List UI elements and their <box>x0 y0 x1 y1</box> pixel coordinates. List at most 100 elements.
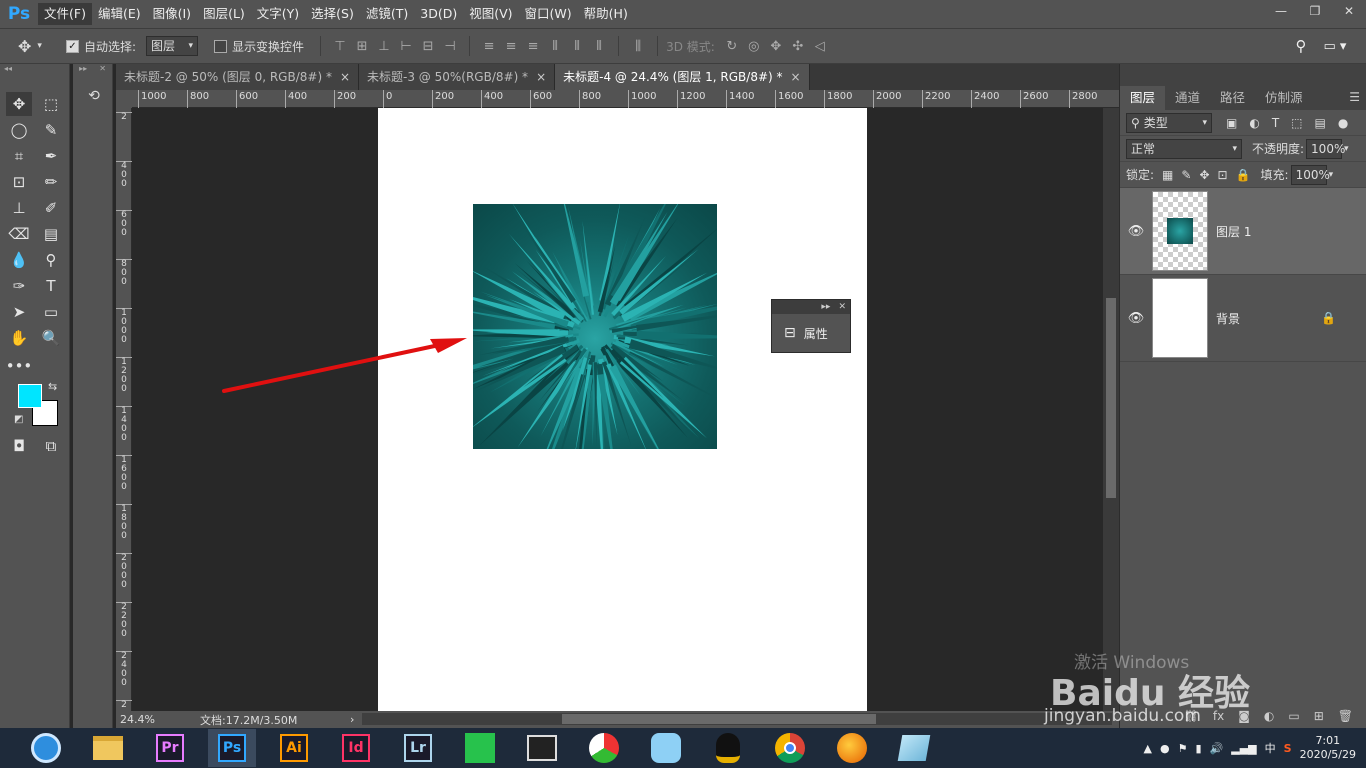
layer-row-layer1[interactable]: 👁 图层 1 <box>1120 188 1366 275</box>
3d-roll-icon[interactable]: ◎ <box>743 36 765 56</box>
lock-artboard-icon[interactable]: ⊡ <box>1218 168 1228 182</box>
ruler-origin[interactable] <box>116 90 132 108</box>
taskbar-indesign[interactable]: Id <box>332 729 380 767</box>
panel-menu-icon[interactable]: ☰ <box>1349 90 1366 110</box>
search-icon[interactable]: ⚲ <box>1290 36 1312 56</box>
foreground-color-swatch[interactable] <box>18 384 42 408</box>
vertical-ruler[interactable]: 2 4 0 0 6 0 0 8 0 0 1 0 0 0 1 2 0 0 1 4 0 0 1 6… <box>116 108 132 711</box>
healing-tool-icon[interactable]: ⊡ <box>6 170 32 194</box>
horizontal-ruler[interactable]: 1000 800 600 400 200 0 200 400 600 800 1000 1200 140… <box>132 90 1119 108</box>
menu-view[interactable]: 视图(V) <box>463 3 518 25</box>
qq-tray-icon[interactable]: ● <box>1160 742 1170 755</box>
align-left-icon[interactable]: ⊢ <box>395 36 417 56</box>
crop-tool-icon[interactable]: ⌗ <box>6 144 32 168</box>
delete-layer-icon[interactable]: 🗑 <box>1338 709 1353 723</box>
quick-mask-icon[interactable]: ◘ <box>6 434 32 458</box>
default-colors-icon[interactable]: ◩ <box>14 414 23 425</box>
collapse-icon[interactable]: ◂◂ <box>0 64 69 74</box>
tab-paths[interactable]: 路径 <box>1210 86 1255 110</box>
menu-window[interactable]: 窗口(W) <box>519 3 578 25</box>
menu-help[interactable]: 帮助(H) <box>578 3 634 25</box>
expand-icon[interactable]: ▸▸ <box>79 64 87 74</box>
flag-icon[interactable]: ⚑ <box>1178 742 1188 755</box>
eye-icon[interactable]: 👁 <box>1120 224 1152 239</box>
brush-tool-icon[interactable]: ✏ <box>38 170 64 194</box>
auto-select-dropdown[interactable]: 图层 ▾ <box>146 36 199 56</box>
3d-pan-icon[interactable]: ✥ <box>765 36 787 56</box>
auto-select-checkbox[interactable]: ✓ <box>66 39 79 53</box>
eye-icon[interactable]: 👁 <box>1120 311 1152 326</box>
close-icon[interactable]: × <box>791 70 801 84</box>
menu-3d[interactable]: 3D(D) <box>414 3 463 25</box>
menu-layer[interactable]: 图层(L) <box>197 3 251 25</box>
history-panel-icon[interactable]: ⟲ <box>81 84 107 108</box>
properties-button[interactable]: ⊟ 属性 <box>772 314 850 352</box>
history-brush-tool-icon[interactable]: ✐ <box>38 196 64 220</box>
shape-tool-icon[interactable]: ▭ <box>38 300 64 324</box>
clock[interactable]: 7:01 2020/5/29 <box>1300 734 1356 762</box>
align-top-icon[interactable]: ⊤ <box>329 36 351 56</box>
taskbar-chrome[interactable] <box>766 729 814 767</box>
opacity-input[interactable]: 100% <box>1306 138 1345 159</box>
close-icon[interactable]: ✕ <box>99 64 106 74</box>
tab-layers[interactable]: 图层 <box>1120 86 1166 110</box>
close-icon[interactable]: × <box>536 70 546 84</box>
scrollbar-thumb[interactable] <box>562 714 876 724</box>
properties-panel[interactable]: ▸▸ ✕ ⊟ 属性 <box>771 299 851 353</box>
more-tools-icon[interactable]: ••• <box>6 354 33 378</box>
auto-align-icon[interactable]: ⫼ <box>627 36 649 56</box>
distribute-left-icon[interactable]: ⫴ <box>544 36 566 56</box>
distribute-bottom-icon[interactable]: ≡ <box>522 36 544 56</box>
filter-kind-dropdown[interactable]: ⚲ 类型 ▾ <box>1126 112 1212 133</box>
taskbar-video-app[interactable] <box>518 729 566 767</box>
zoom-level[interactable]: 24.4% <box>116 713 164 726</box>
minimize-button[interactable]: — <box>1264 0 1298 22</box>
dodge-tool-icon[interactable]: ⚲ <box>38 248 64 272</box>
eyedropper-tool-icon[interactable]: ✒ <box>38 144 64 168</box>
tab-clone-source[interactable]: 仿制源 <box>1255 86 1313 110</box>
tab-document-2[interactable]: 未标题-2 @ 50% (图层 0, RGB/8#) * × <box>116 64 360 90</box>
tab-channels[interactable]: 通道 <box>1165 86 1210 110</box>
distribute-vcenter-icon[interactable]: ≡ <box>500 36 522 56</box>
stamp-tool-icon[interactable]: ⊥ <box>6 196 32 220</box>
taskbar-illustrator[interactable]: Ai <box>270 729 318 767</box>
taskbar-360-app[interactable] <box>580 729 628 767</box>
taskbar-green-app[interactable] <box>456 729 504 767</box>
move-tool-preset[interactable]: ✥ ▾ <box>0 29 66 63</box>
menu-filter[interactable]: 滤镜(T) <box>360 3 414 25</box>
close-button[interactable]: ✕ <box>1332 0 1366 22</box>
menu-file[interactable]: 文件(F) <box>38 3 92 25</box>
menu-image[interactable]: 图像(I) <box>147 3 197 25</box>
horizontal-scrollbar[interactable] <box>362 713 1112 725</box>
layer-name[interactable]: 图层 1 <box>1216 223 1366 240</box>
close-icon[interactable]: × <box>340 70 350 84</box>
swap-colors-icon[interactable]: ⇆ <box>48 380 57 393</box>
hand-tool-icon[interactable]: ✋ <box>6 326 32 350</box>
taskbar-photoshop[interactable]: Ps <box>208 729 256 767</box>
fill-input[interactable]: 100% <box>1290 164 1330 185</box>
taskbar-firefox[interactable] <box>828 729 876 767</box>
align-vcenter-icon[interactable]: ⊞ <box>351 36 373 56</box>
path-select-tool-icon[interactable]: ➤ <box>6 300 32 324</box>
auto-select-option[interactable]: ✓ 自动选择: <box>66 29 136 63</box>
start-button[interactable] <box>22 729 70 767</box>
filter-type-icon[interactable]: T <box>1272 116 1279 130</box>
taskbar-cloud-app[interactable] <box>642 729 690 767</box>
menu-select[interactable]: 选择(S) <box>305 3 360 25</box>
distribute-right-icon[interactable]: ⫴ <box>588 36 610 56</box>
restore-button[interactable]: ❐ <box>1298 0 1332 22</box>
tab-document-4[interactable]: 未标题-4 @ 24.4% (图层 1, RGB/8#) * × <box>555 64 810 90</box>
marquee-tool-icon[interactable]: ⬚ <box>38 92 64 116</box>
zoom-tool-icon[interactable]: 🔍 <box>38 326 64 350</box>
align-bottom-icon[interactable]: ⊥ <box>373 36 395 56</box>
lasso-tool-icon[interactable]: ◯ <box>6 118 32 142</box>
network-icon[interactable]: ▂▄▆ <box>1231 742 1256 755</box>
blur-tool-icon[interactable]: 💧 <box>6 248 32 272</box>
sogou-icon[interactable]: S <box>1284 742 1292 755</box>
show-transform-option[interactable]: 显示变换控件 <box>214 29 304 63</box>
align-hcenter-icon[interactable]: ⊟ <box>417 36 439 56</box>
tab-document-3[interactable]: 未标题-3 @ 50%(RGB/8#) * × <box>359 64 556 90</box>
distribute-hcenter-icon[interactable]: ⫴ <box>566 36 588 56</box>
scrollbar-thumb[interactable] <box>1106 298 1116 498</box>
filter-toggle-icon[interactable]: ● <box>1338 116 1348 130</box>
